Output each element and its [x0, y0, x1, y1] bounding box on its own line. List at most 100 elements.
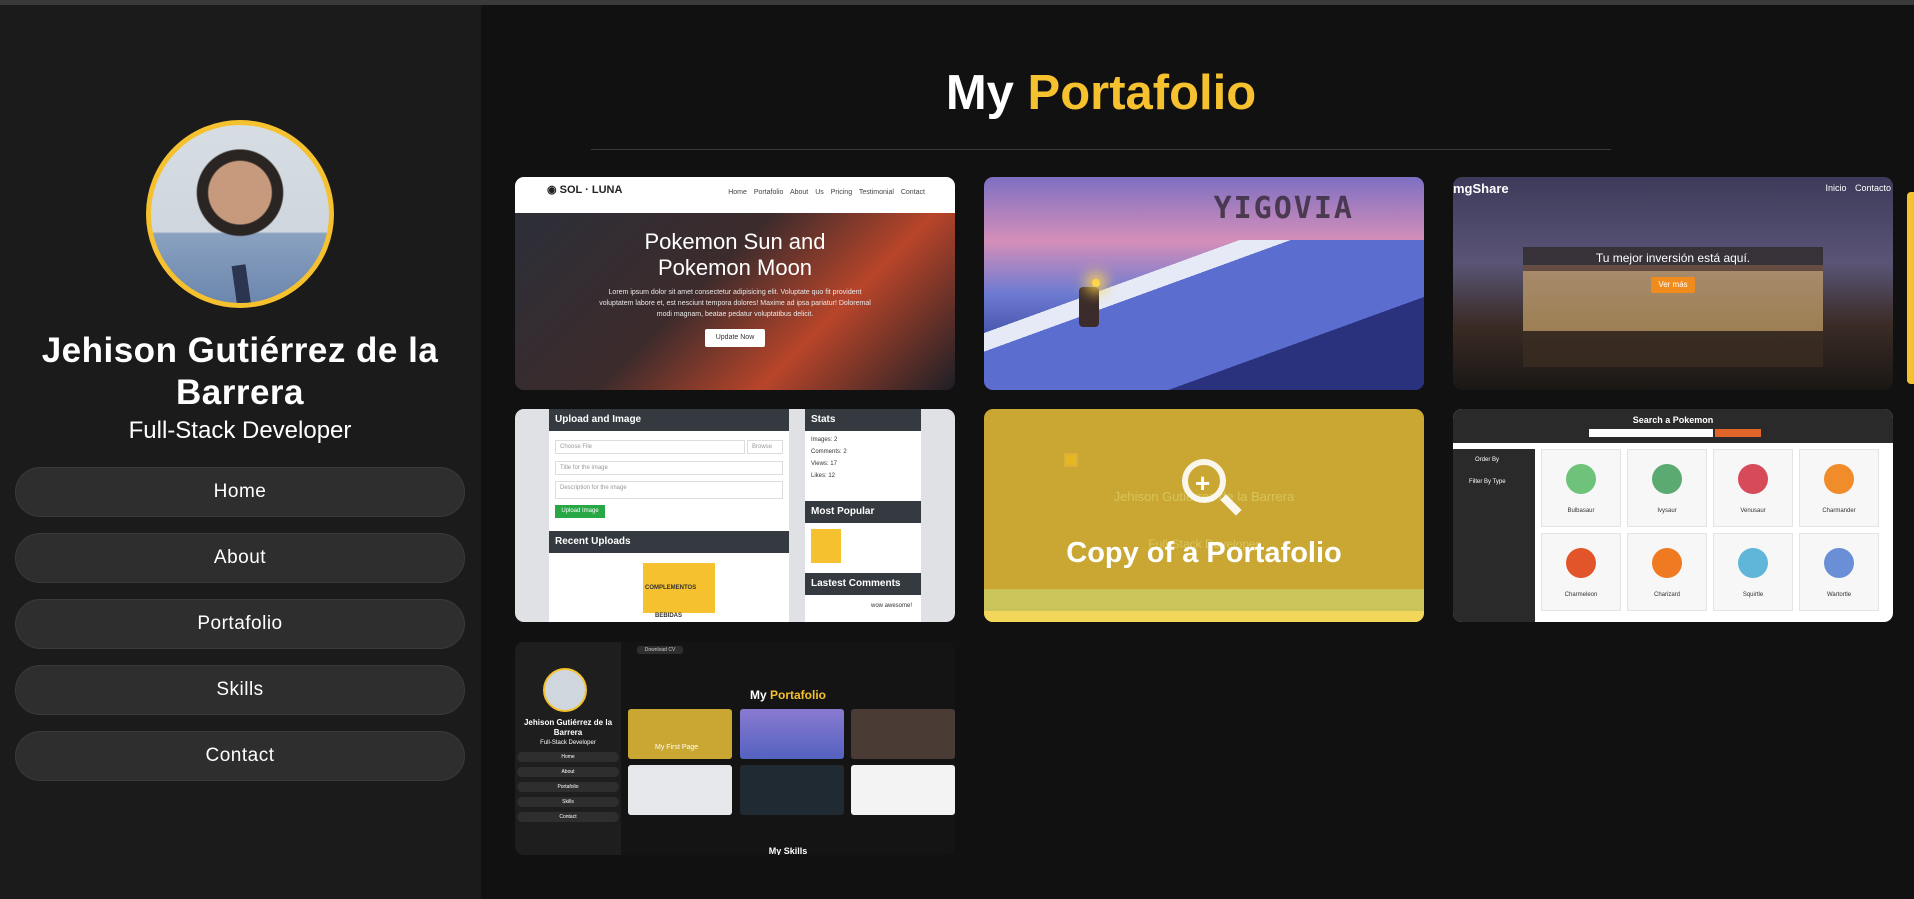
ghost-band — [984, 589, 1424, 611]
pokemon-card: Ivysaur — [1627, 449, 1707, 527]
latest-comments-title: Lastest Comments — [805, 573, 921, 595]
preview-thumb — [628, 765, 732, 815]
pokemon-card: Bulbasaur — [1541, 449, 1621, 527]
page-scrollbar[interactable] — [1907, 192, 1914, 384]
pokedex-filters: Order By Filter By Type — [1453, 449, 1535, 622]
project-nav-links: Home Portafolio About Us Pricing Testimo… — [728, 189, 925, 196]
preview-thumb — [628, 709, 732, 759]
ghost-band-2 — [984, 611, 1424, 622]
choose-file-field: Choose File — [555, 440, 745, 454]
recent-thumb-label: COMPLEMENTOS — [645, 585, 697, 591]
browse-button: Browse — [747, 440, 783, 454]
heading-divider — [591, 149, 1611, 150]
house-photo — [1523, 247, 1823, 367]
preview-heading: My Portafolio — [621, 688, 955, 702]
preview-name: Jehison Gutiérrez de la Barrera — [523, 718, 613, 737]
pokedex-search-button — [1715, 429, 1761, 437]
project-tagline: Tu mejor inversión está aquí. — [1595, 251, 1751, 265]
filter-label: Filter By Type — [1469, 479, 1506, 485]
pokemon-card: Venusaur — [1713, 449, 1793, 527]
project-card-yigovia[interactable]: YIGOVIA — [984, 177, 1424, 390]
stat-images: Images: 2 — [811, 437, 838, 443]
project-title: Pokemon Sun and Pokemon Moon — [644, 229, 826, 280]
upload-button: Upload Image — [555, 505, 605, 518]
title-field: Title for the image — [555, 461, 783, 475]
preview-thumb — [740, 709, 844, 759]
nav-home-button[interactable]: Home — [15, 467, 465, 517]
pokemon-name: Charmander — [1822, 508, 1856, 514]
pokemon-name: Venusaur — [1740, 508, 1766, 514]
nav-contact-button[interactable]: Contact — [15, 731, 465, 781]
profile-role: Full-Stack Developer — [128, 417, 352, 444]
project-cta-button: Update Now — [705, 329, 765, 347]
pokemon-card: Charmeleon — [1541, 533, 1621, 611]
project-card-pokemon-sun-moon[interactable]: ◉ SOL · LUNA Home Portafolio About Us Pr… — [515, 177, 955, 390]
project-nav-links: Inicio Contacto — [1825, 183, 1891, 193]
project-card-mgshare[interactable]: mgShare Inicio Contacto Tu mejor inversi… — [1453, 177, 1893, 390]
project-cta-button: Ver más — [1651, 277, 1695, 293]
preview-nav-item: About — [517, 767, 619, 777]
preview-nav-item: Home — [517, 752, 619, 762]
ghost-square — [1064, 453, 1078, 467]
preview-thumb — [851, 765, 955, 815]
zoom-plus-glyph: + — [1195, 468, 1211, 498]
heading-prefix: My — [945, 66, 1014, 120]
preview-role: Full-Stack Developer — [540, 740, 596, 746]
preview-thumb — [851, 709, 955, 759]
nav-skills-button[interactable]: Skills — [15, 665, 465, 715]
preview-sidebar: Jehison Gutiérrez de la Barrera Full-Sta… — [515, 642, 621, 855]
pokedex-search-input — [1589, 429, 1713, 437]
popular-thumb — [811, 529, 841, 563]
most-popular-title: Most Popular — [805, 501, 921, 523]
preview-skills-heading: My Skills — [768, 846, 808, 855]
portfolio-heading: My Portafolio — [481, 65, 1721, 121]
pokemon-name: Ivysaur — [1657, 508, 1677, 514]
project-card-pokedex[interactable]: Search a Pokemon Order By Filter By Type… — [1453, 409, 1893, 622]
project-description: Lorem ipsum dolor sit amet consectetur a… — [599, 289, 871, 318]
pokemon-name: Bulbasaur — [1567, 508, 1595, 514]
avatar — [146, 120, 334, 308]
pokemon-name: Squirtle — [1742, 592, 1764, 598]
project-card-portafolio-preview[interactable]: Jehison Gutiérrez de la Barrera Full-Sta… — [515, 642, 955, 855]
project-brand: mgShare — [1453, 181, 1509, 196]
pokemon-card: Wartortle — [1799, 533, 1879, 611]
torch-light — [1092, 279, 1100, 287]
nav-about-button[interactable]: About — [15, 533, 465, 583]
stat-views: Views: 17 — [811, 461, 837, 467]
mountain-art — [984, 240, 1424, 390]
preview-heading-accent: Portafolio — [770, 688, 826, 702]
sidebar: Jehison Gutiérrez de la Barrera Full-Sta… — [0, 5, 481, 899]
stat-comments: Comments: 2 — [811, 449, 847, 455]
project-logo: ◉ SOL · LUNA — [547, 184, 623, 196]
preview-download-button: Download CV — [637, 646, 683, 654]
project-caption: Copy of a Portafolio — [1066, 537, 1342, 569]
pokemon-name: Charizard — [1653, 592, 1680, 598]
pokemon-name: Wartortle — [1826, 592, 1852, 598]
project-card-upload-image[interactable]: Upload and Image Choose File Browse Titl… — [515, 409, 955, 622]
pokemon-name: Charmeleon — [1564, 592, 1598, 598]
preview-avatar — [543, 668, 587, 712]
pokemon-card: Charizard — [1627, 533, 1707, 611]
pixel-hero — [1079, 287, 1099, 327]
project-card-portafolio-copy[interactable]: Jehison Gutiérrez de la Barrera Full-Sta… — [984, 409, 1424, 622]
pokedex-header: Search a Pokemon — [1453, 409, 1893, 443]
description-field: Description for the image — [555, 481, 783, 499]
comment-text: wow awesome! — [871, 603, 913, 609]
recent-thumb-label-2: BEBIDAS — [655, 613, 683, 619]
nav-portafolio-button[interactable]: Portafolio — [15, 599, 465, 649]
profile-name: Jehison Gutiérrez de la Barrera — [41, 331, 439, 412]
pokedex-title: Search a Pokemon — [1632, 415, 1714, 425]
stat-likes: Likes: 12 — [811, 473, 836, 479]
pokemon-card: Squirtle — [1713, 533, 1793, 611]
preview-nav-item: Skills — [517, 797, 619, 807]
preview-first-page: My First Page — [655, 744, 699, 751]
preview-nav-item: Contact — [517, 812, 619, 822]
portfolio-section: My Portafolio ◉ SOL · LUNA Home Portafol… — [481, 5, 1914, 899]
heading-accent: Portafolio — [1027, 66, 1257, 120]
preview-nav-item: Portafolio — [517, 782, 619, 792]
recent-uploads-title: Recent Uploads — [549, 531, 789, 553]
preview-heading-prefix: My — [749, 688, 767, 702]
stats-title: Stats — [805, 409, 921, 431]
upload-title: Upload and Image — [549, 409, 789, 431]
pokemon-card: Charmander — [1799, 449, 1879, 527]
